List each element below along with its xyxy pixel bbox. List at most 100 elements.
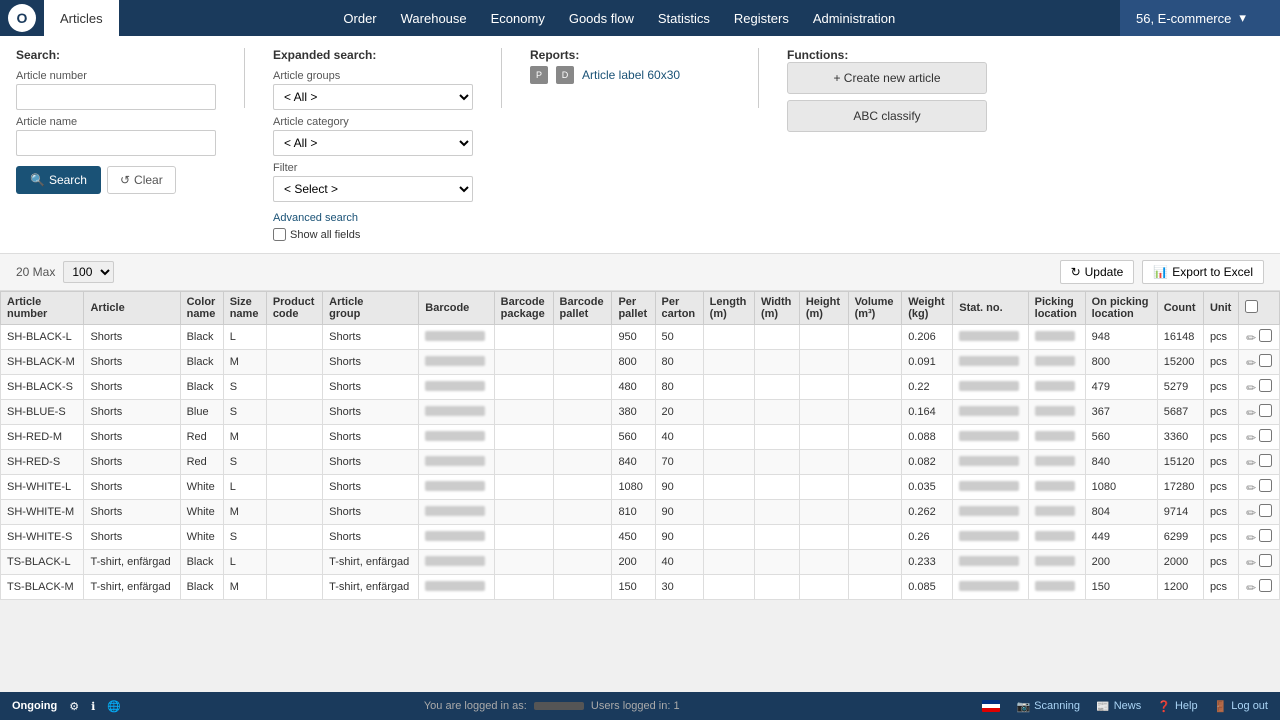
- filter-select[interactable]: < Select >: [273, 176, 473, 202]
- nav-warehouse[interactable]: Warehouse: [401, 11, 467, 26]
- cell-length: [703, 350, 754, 375]
- nav-administration[interactable]: Administration: [813, 11, 895, 26]
- cell-color: Black: [180, 325, 223, 350]
- article-name-input[interactable]: [16, 130, 216, 156]
- col-barcode-package[interactable]: Barcodepackage: [494, 292, 553, 325]
- edit-icon[interactable]: ✏: [1246, 356, 1256, 370]
- row-checkbox[interactable]: [1259, 579, 1272, 592]
- col-on-picking-location[interactable]: On pickinglocation: [1085, 292, 1157, 325]
- article-label-link[interactable]: Article label 60x30: [582, 68, 680, 82]
- cell-per-pallet: 560: [612, 425, 655, 450]
- cell-article-group: Shorts: [323, 325, 419, 350]
- col-volume[interactable]: Volume(m³): [848, 292, 902, 325]
- row-checkbox[interactable]: [1259, 329, 1272, 342]
- cell-on-picking: 367: [1085, 400, 1157, 425]
- edit-icon[interactable]: ✏: [1246, 456, 1256, 470]
- col-unit[interactable]: Unit: [1203, 292, 1239, 325]
- col-article[interactable]: Article: [84, 292, 180, 325]
- search-button[interactable]: 🔍 Search: [16, 166, 101, 194]
- row-checkbox[interactable]: [1259, 454, 1272, 467]
- clear-button[interactable]: ↺ Clear: [107, 166, 176, 194]
- gear-icon[interactable]: ⚙: [69, 700, 79, 713]
- article-number-input[interactable]: [16, 84, 216, 110]
- row-checkbox[interactable]: [1259, 504, 1272, 517]
- article-category-select[interactable]: < All >: [273, 130, 473, 156]
- cell-stat-no: [953, 400, 1028, 425]
- blurred-data: [425, 331, 485, 341]
- edit-icon[interactable]: ✏: [1246, 581, 1256, 595]
- col-length[interactable]: Length(m): [703, 292, 754, 325]
- news-link[interactable]: 📰 News: [1096, 700, 1141, 713]
- cell-length: [703, 325, 754, 350]
- edit-icon[interactable]: ✏: [1246, 431, 1256, 445]
- col-article-number[interactable]: Articlenumber: [1, 292, 84, 325]
- nav-statistics[interactable]: Statistics: [658, 11, 710, 26]
- row-checkbox[interactable]: [1259, 354, 1272, 367]
- scanning-link[interactable]: 📷 Scanning: [1016, 700, 1080, 713]
- cell-article-number: SH-BLACK-S: [1, 375, 84, 400]
- cell-per-pallet: 450: [612, 525, 655, 550]
- cell-article: Shorts: [84, 350, 180, 375]
- row-checkbox[interactable]: [1259, 554, 1272, 567]
- col-count[interactable]: Count: [1157, 292, 1203, 325]
- col-width[interactable]: Width(m): [754, 292, 799, 325]
- cell-article: Shorts: [84, 400, 180, 425]
- cell-product-code: [266, 575, 322, 600]
- user-area[interactable]: 56, E-commerce ▾: [1120, 0, 1280, 36]
- abc-classify-button[interactable]: ABC classify: [787, 100, 987, 132]
- create-article-button[interactable]: + Create new article: [787, 62, 987, 94]
- logout-link[interactable]: 🚪 Log out: [1214, 700, 1268, 713]
- col-picking-location[interactable]: Pickinglocation: [1028, 292, 1085, 325]
- nav-registers[interactable]: Registers: [734, 11, 789, 26]
- select-all-checkbox[interactable]: [1245, 300, 1258, 313]
- cell-actions: ✏: [1239, 500, 1280, 525]
- article-groups-select[interactable]: < All >: [273, 84, 473, 110]
- cell-count: 16148: [1157, 325, 1203, 350]
- cell-actions: ✏: [1239, 325, 1280, 350]
- show-all-fields-checkbox[interactable]: [273, 228, 286, 241]
- cell-color: Black: [180, 575, 223, 600]
- col-per-carton[interactable]: Percarton: [655, 292, 703, 325]
- col-size-name[interactable]: Sizename: [223, 292, 266, 325]
- advanced-search-link[interactable]: Advanced search: [273, 212, 473, 224]
- cell-on-picking: 800: [1085, 350, 1157, 375]
- nav-goods-flow[interactable]: Goods flow: [569, 11, 634, 26]
- row-checkbox[interactable]: [1259, 404, 1272, 417]
- blurred-data: [425, 431, 485, 441]
- col-height[interactable]: Height(m): [799, 292, 848, 325]
- col-article-group[interactable]: Articlegroup: [323, 292, 419, 325]
- col-weight[interactable]: Weight(kg): [902, 292, 953, 325]
- update-button[interactable]: ↻ Update: [1060, 260, 1135, 284]
- col-stat-no[interactable]: Stat. no.: [953, 292, 1028, 325]
- edit-icon[interactable]: ✏: [1246, 506, 1256, 520]
- cell-width: [754, 350, 799, 375]
- cell-length: [703, 500, 754, 525]
- globe-icon[interactable]: 🌐: [107, 700, 121, 713]
- cell-product-code: [266, 375, 322, 400]
- edit-icon[interactable]: ✏: [1246, 406, 1256, 420]
- edit-icon[interactable]: ✏: [1246, 381, 1256, 395]
- col-product-code[interactable]: Productcode: [266, 292, 322, 325]
- help-link[interactable]: ❓ Help: [1157, 700, 1197, 713]
- blurred-data: [959, 381, 1019, 391]
- info-icon[interactable]: ℹ: [91, 700, 95, 713]
- max-select[interactable]: 100 20 50 200: [63, 261, 114, 283]
- row-checkbox[interactable]: [1259, 429, 1272, 442]
- edit-icon[interactable]: ✏: [1246, 331, 1256, 345]
- edit-icon[interactable]: ✏: [1246, 531, 1256, 545]
- export-excel-button[interactable]: 📊 Export to Excel: [1142, 260, 1264, 284]
- articles-tab[interactable]: Articles: [44, 0, 119, 36]
- nav-order[interactable]: Order: [343, 11, 376, 26]
- col-per-pallet[interactable]: Perpallet: [612, 292, 655, 325]
- col-barcode[interactable]: Barcode: [419, 292, 494, 325]
- edit-icon[interactable]: ✏: [1246, 556, 1256, 570]
- nav-economy[interactable]: Economy: [491, 11, 545, 26]
- cell-volume: [848, 375, 902, 400]
- col-barcode-pallet[interactable]: Barcodepallet: [553, 292, 612, 325]
- row-checkbox[interactable]: [1259, 479, 1272, 492]
- row-checkbox[interactable]: [1259, 379, 1272, 392]
- col-color-name[interactable]: Colorname: [180, 292, 223, 325]
- edit-icon[interactable]: ✏: [1246, 481, 1256, 495]
- expanded-search-title: Expanded search:: [273, 48, 473, 62]
- row-checkbox[interactable]: [1259, 529, 1272, 542]
